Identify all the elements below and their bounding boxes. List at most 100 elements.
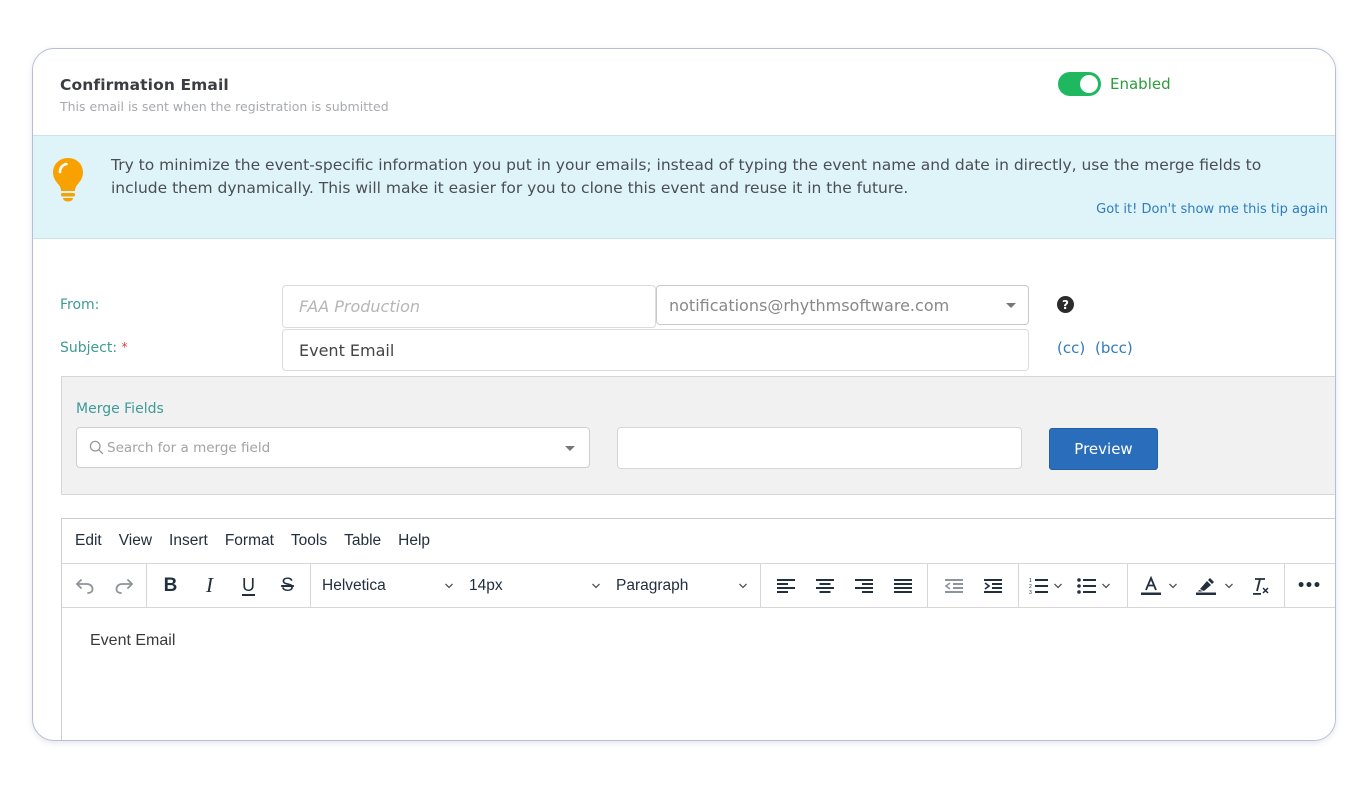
align-center-icon — [815, 578, 834, 593]
from-name-placeholder: FAA Production — [299, 297, 420, 316]
menu-insert[interactable]: Insert — [169, 532, 208, 550]
text-color-icon — [1141, 575, 1161, 595]
merge-search-placeholder: Search for a merge field — [107, 439, 271, 456]
outdent-icon — [944, 578, 963, 593]
tip-banner: Try to minimize the event-specific infor… — [33, 135, 1335, 239]
more-icon: ••• — [1296, 577, 1322, 594]
color-group — [1128, 564, 1285, 607]
subject-input[interactable]: Event Email — [282, 329, 1029, 371]
subject-value: Event Email — [299, 340, 395, 360]
bcc-link[interactable]: (bcc) — [1095, 339, 1133, 357]
underline-button[interactable]: U — [229, 568, 268, 604]
merge-field-output[interactable] — [617, 427, 1022, 469]
italic-button[interactable]: I — [190, 568, 229, 604]
font-size-select[interactable]: 14px — [462, 577, 609, 595]
from-label: From: — [60, 297, 100, 313]
menu-help[interactable]: Help — [398, 532, 430, 550]
from-email-select[interactable]: notifications@rhythmsoftware.com — [656, 285, 1029, 325]
menu-table[interactable]: Table — [344, 532, 381, 550]
chevron-down-icon — [445, 583, 453, 588]
editor-toolbar: B I U S Helvetica 14px Paragraph 1 2 3 •… — [62, 564, 1335, 608]
align-right-button[interactable] — [844, 568, 883, 604]
menu-view[interactable]: View — [119, 532, 152, 550]
align-center-button[interactable] — [805, 568, 844, 604]
editor-menubar: Edit View Insert Format Tools Table Help — [62, 519, 1335, 564]
redo-button[interactable] — [104, 568, 143, 604]
align-justify-button[interactable] — [883, 568, 922, 604]
bold-icon: B — [163, 574, 178, 596]
bullet-list-options[interactable] — [1101, 581, 1121, 591]
strikethrough-button[interactable]: S — [268, 568, 307, 604]
more-button[interactable]: ••• — [1289, 568, 1328, 604]
enabled-toggle-group: Enabled — [1058, 72, 1171, 96]
font-family-value: Helvetica — [322, 576, 386, 594]
italic-icon: I — [206, 573, 213, 597]
text-color-button[interactable] — [1134, 568, 1168, 604]
enabled-label: Enabled — [1110, 75, 1171, 93]
indent-button[interactable] — [973, 568, 1012, 604]
help-icon[interactable]: ? — [1057, 296, 1074, 313]
align-left-icon — [776, 578, 795, 593]
menu-tools[interactable]: Tools — [291, 532, 327, 550]
tip-text: Try to minimize the event-specific infor… — [111, 156, 1262, 197]
align-justify-icon — [893, 578, 912, 593]
svg-text:3: 3 — [1029, 590, 1032, 595]
bold-button[interactable]: B — [151, 568, 190, 604]
more-group: ••• — [1285, 564, 1332, 607]
block-format-value: Paragraph — [616, 576, 689, 594]
bullet-list-icon — [1077, 577, 1096, 594]
clear-formatting-icon — [1253, 577, 1269, 595]
format-select-group: Helvetica 14px Paragraph — [311, 564, 761, 607]
subject-label: Subject: * — [60, 340, 128, 356]
preview-button[interactable]: Preview — [1049, 428, 1158, 470]
enabled-toggle[interactable] — [1058, 72, 1101, 96]
editor-content[interactable]: Event Email — [62, 608, 1335, 674]
card-title: Confirmation Email — [60, 76, 229, 94]
numbered-list-icon: 123 — [1029, 578, 1048, 595]
chevron-down-icon — [1006, 303, 1016, 308]
chevron-down-icon — [1102, 583, 1110, 588]
chevron-down-icon — [592, 583, 600, 588]
block-format-select[interactable]: Paragraph — [609, 577, 756, 595]
align-right-icon — [854, 578, 873, 593]
from-name-input[interactable]: FAA Production — [282, 285, 656, 328]
menu-edit[interactable]: Edit — [75, 532, 102, 550]
cc-link[interactable]: (cc) — [1057, 339, 1085, 357]
list-group: 123 — [1019, 564, 1128, 607]
merge-fields-panel: Merge Fields Search for a merge field Pr… — [61, 376, 1335, 495]
dismiss-tip-link[interactable]: Got it! Don't show me this tip again — [1096, 202, 1328, 217]
chevron-down-icon — [739, 583, 747, 588]
chevron-down-icon — [1225, 583, 1233, 588]
indent-icon — [983, 578, 1002, 593]
text-color-options[interactable] — [1168, 581, 1188, 591]
chevron-down-icon — [565, 445, 575, 451]
merge-fields-label: Merge Fields — [76, 401, 164, 417]
search-icon — [89, 440, 104, 455]
font-family-select[interactable]: Helvetica — [315, 577, 462, 595]
highlight-color-button[interactable] — [1188, 568, 1224, 604]
toggle-knob — [1080, 75, 1098, 93]
undo-button[interactable] — [65, 568, 104, 604]
confirmation-email-card: Confirmation Email This email is sent wh… — [32, 48, 1336, 741]
font-size-value: 14px — [469, 576, 503, 594]
numbered-list-options[interactable] — [1053, 581, 1073, 591]
outdent-button[interactable] — [934, 568, 973, 604]
merge-field-search[interactable]: Search for a merge field — [76, 427, 590, 468]
menu-format[interactable]: Format — [225, 532, 274, 550]
from-email-value: notifications@rhythmsoftware.com — [669, 295, 950, 315]
redo-icon — [115, 578, 133, 594]
bullet-list-button[interactable] — [1073, 568, 1101, 604]
alignment-group — [761, 564, 928, 607]
align-left-button[interactable] — [766, 568, 805, 604]
required-marker: * — [121, 340, 128, 354]
chevron-down-icon — [1054, 583, 1062, 588]
rich-text-editor: Edit View Insert Format Tools Table Help… — [61, 518, 1335, 740]
highlight-color-options[interactable] — [1224, 581, 1244, 591]
chevron-down-icon — [1169, 583, 1177, 588]
lightbulb-icon — [53, 158, 83, 202]
strikethrough-icon: S — [281, 574, 294, 596]
clear-formatting-button[interactable] — [1244, 568, 1278, 604]
indent-group — [928, 564, 1019, 607]
numbered-list-button[interactable]: 123 — [1025, 568, 1053, 604]
history-group — [62, 564, 147, 607]
